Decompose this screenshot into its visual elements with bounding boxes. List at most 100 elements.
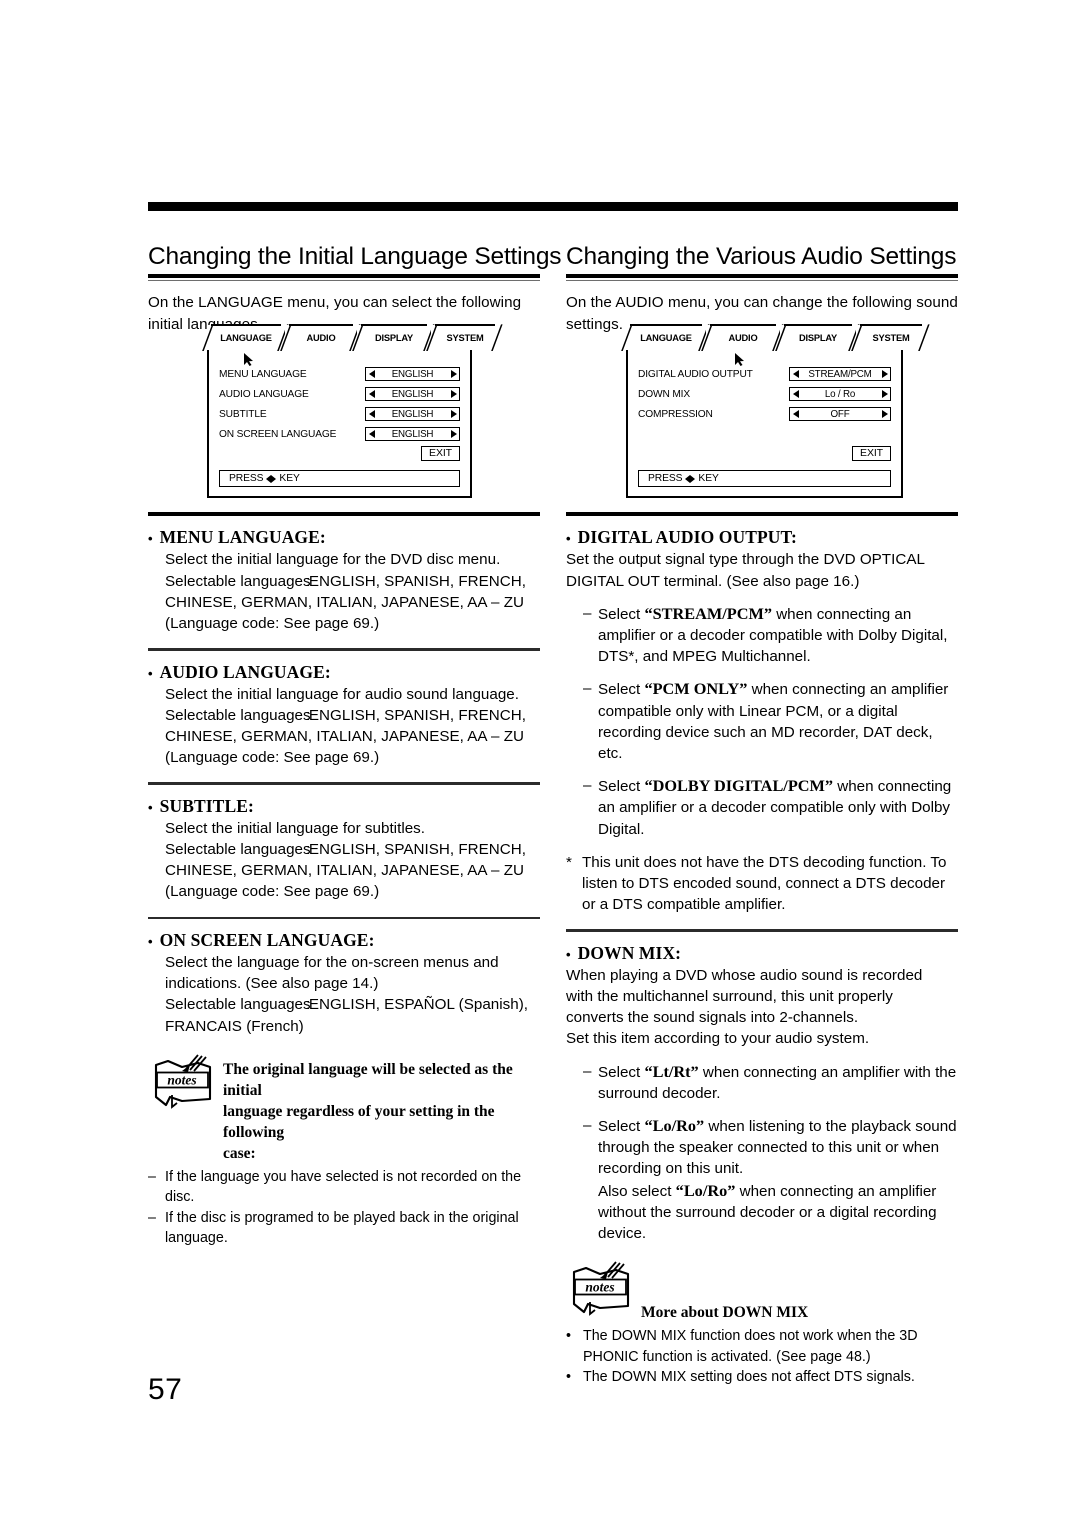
sel-line1: ENGLISH, ESPAÑOL (Spanish), bbox=[308, 996, 529, 1014]
stream-pcm-bullet: Select “STREAM/PCM” when connecting an a… bbox=[598, 603, 958, 668]
bullet-marker: • bbox=[566, 1328, 572, 1345]
right-arrow-icon[interactable] bbox=[881, 390, 888, 399]
bullet-pre-2: Also select bbox=[598, 1182, 676, 1200]
on-screen-language-heading-text: ON SCREEN LANGUAGE: bbox=[159, 929, 375, 950]
section-divider bbox=[148, 916, 540, 919]
audio-language-heading-text: AUDIO LANGUAGE: bbox=[159, 661, 331, 682]
osd-tab-display[interactable]: DISPLAY bbox=[357, 324, 431, 351]
on-screen-language-selectable: Selectable languages:ENGLISH, ESPAÑOL (S… bbox=[165, 994, 540, 1015]
sel-prefix: Selectable languages bbox=[165, 996, 311, 1014]
list-item: • The DOWN MIX function does not work wh… bbox=[566, 1326, 958, 1367]
page-number: 57 bbox=[148, 1373, 183, 1406]
osd-row-label: DOWN MIX bbox=[638, 388, 690, 400]
left-section-title: Changing the Initial Language Settings bbox=[148, 243, 562, 270]
bullet-icon: • bbox=[148, 799, 153, 815]
osd-row: DOWN MIX Lo / Ro bbox=[638, 384, 891, 404]
osd-exit-button[interactable]: EXIT bbox=[852, 446, 891, 462]
list-item: – Select “DOLBY DIGITAL/PCM” when connec… bbox=[583, 775, 958, 840]
osd-row-value-stepper[interactable]: ENGLISH bbox=[365, 407, 460, 422]
osd-row: SUBTITLE ENGLISH bbox=[219, 404, 460, 424]
osd-press-suffix: KEY bbox=[279, 473, 300, 485]
down-mix-line3: converts the sound signals into 2-channe… bbox=[566, 1009, 859, 1027]
lt-rt-bullet: Select “Lt/Rt” when connecting an amplif… bbox=[598, 1061, 958, 1104]
left-right-key-icon bbox=[685, 474, 696, 483]
left-notes-item-text: If the language you have selected is not… bbox=[165, 1168, 522, 1206]
audio-language-line1: Select the initial language for audio so… bbox=[165, 685, 520, 703]
osd-row-value-stepper[interactable]: ENGLISH bbox=[365, 427, 460, 442]
section-divider bbox=[566, 929, 958, 932]
osd-tab-audio[interactable]: AUDIO bbox=[706, 324, 780, 351]
digital-audio-output-line2: DIGITAL OUT terminal. (See also page 16.… bbox=[566, 572, 860, 590]
right-arrow-icon[interactable] bbox=[881, 370, 888, 379]
menu-language-selectable-2: CHINESE, GERMAN, ITALIAN, JAPANESE, AA –… bbox=[165, 593, 524, 611]
osd-row-value: OFF bbox=[830, 408, 850, 420]
bullet-pre: Select bbox=[598, 681, 645, 699]
osd-tab-language[interactable]: LANGUAGE bbox=[207, 324, 285, 351]
section-divider bbox=[566, 512, 958, 517]
right-arrow-icon[interactable] bbox=[450, 410, 457, 419]
osd-tab-audio[interactable]: AUDIO bbox=[285, 324, 357, 351]
osd-tab-system[interactable]: SYSTEM bbox=[856, 324, 926, 351]
sel-prefix: Selectable languages bbox=[165, 840, 311, 858]
osd-tab-system[interactable]: SYSTEM bbox=[431, 324, 499, 351]
osd-exit-button[interactable]: EXIT bbox=[421, 446, 460, 462]
osd-row-value-stepper[interactable]: STREAM/PCM bbox=[789, 367, 891, 382]
left-title-rule-thick bbox=[148, 274, 540, 278]
subtitle-selectable: Selectable languages:ENGLISH, SPANISH, F… bbox=[165, 839, 540, 860]
left-title-rule-thin bbox=[148, 280, 540, 282]
audio-language-selectable: Selectable languages:ENGLISH, SPANISH, F… bbox=[165, 705, 540, 726]
dash-marker: – bbox=[583, 777, 592, 795]
cursor-pointer-icon bbox=[734, 353, 745, 367]
right-arrow-icon[interactable] bbox=[450, 430, 457, 439]
menu-language-note: (Language code: See page 69.) bbox=[165, 614, 380, 632]
osd-row: AUDIO LANGUAGE ENGLISH bbox=[219, 384, 460, 404]
right-section-title: Changing the Various Audio Settings bbox=[566, 243, 957, 270]
osd-tab-display[interactable]: DISPLAY bbox=[780, 324, 856, 351]
right-arrow-icon[interactable] bbox=[450, 390, 457, 399]
right-arrow-icon[interactable] bbox=[881, 410, 888, 419]
bullet-pre: Select bbox=[598, 1063, 645, 1081]
subtitle-heading: • SUBTITLE: bbox=[148, 796, 540, 817]
osd-tab-language-label: LANGUAGE bbox=[220, 332, 272, 343]
osd-press-prefix: PRESS bbox=[229, 473, 264, 485]
osd-row-value-stepper[interactable]: OFF bbox=[789, 407, 891, 422]
page-top-rule bbox=[148, 202, 958, 211]
osd-tab-display-label: DISPLAY bbox=[374, 332, 414, 343]
dts-footnote: * This unit does not have the DTS decodi… bbox=[566, 852, 958, 916]
osd-row: MENU LANGUAGE ENGLISH bbox=[219, 364, 460, 384]
asterisk-marker: * bbox=[566, 853, 572, 871]
dash-marker: – bbox=[148, 1209, 156, 1226]
notes-icon-label: notes bbox=[167, 1072, 196, 1087]
right-title-rule-thin bbox=[566, 280, 958, 282]
on-screen-language-line2: indications. (See also page 14.) bbox=[165, 975, 379, 993]
osd-row-label: DIGITAL AUDIO OUTPUT bbox=[638, 368, 753, 380]
osd-row-label: COMPRESSION bbox=[638, 408, 713, 420]
dash-marker: – bbox=[583, 680, 592, 698]
down-mix-line1: When playing a DVD whose audio sound is … bbox=[566, 966, 923, 984]
list-item: – Select “STREAM/PCM” when connecting an… bbox=[583, 603, 958, 668]
language-osd-screenshot: LANGUAGE AUDIO DISPLAY SYSTEM MENU LANGU… bbox=[207, 324, 499, 499]
right-column: Changing the Various Audio Settings On t… bbox=[566, 243, 958, 1388]
osd-row-value-stepper[interactable]: Lo / Ro bbox=[789, 387, 891, 402]
menu-language-heading-text: MENU LANGUAGE: bbox=[159, 527, 326, 548]
osd-tab-language[interactable]: LANGUAGE bbox=[626, 324, 706, 351]
left-notes-heading-l3: case: bbox=[223, 1144, 256, 1162]
section-divider bbox=[148, 512, 540, 517]
osd-press-key-bar: PRESS KEY bbox=[219, 470, 460, 488]
osd-row-value-stepper[interactable]: ENGLISH bbox=[365, 367, 460, 382]
osd-row-label: AUDIO LANGUAGE bbox=[219, 388, 309, 400]
osd-tab-display-label: DISPLAY bbox=[798, 332, 838, 343]
digital-audio-output-heading-text: DIGITAL AUDIO OUTPUT: bbox=[577, 527, 797, 548]
right-notes-list: • The DOWN MIX function does not work wh… bbox=[566, 1326, 958, 1388]
bullet-pre: Select bbox=[598, 778, 645, 796]
left-notes-block: notes The original language will be sele… bbox=[148, 1054, 540, 1249]
on-screen-language-line1: Select the language for the on-screen me… bbox=[165, 953, 499, 971]
dash-marker: – bbox=[148, 1168, 156, 1185]
left-notes-list: – If the language you have selected is n… bbox=[148, 1167, 540, 1249]
right-arrow-icon[interactable] bbox=[450, 370, 457, 379]
osd-tab-audio-label: AUDIO bbox=[728, 332, 758, 343]
osd-row-label: SUBTITLE bbox=[219, 408, 267, 420]
osd-row-value-stepper[interactable]: ENGLISH bbox=[365, 387, 460, 402]
bullet-pre: Select bbox=[598, 1118, 645, 1136]
down-mix-heading: • DOWN MIX: bbox=[566, 943, 958, 964]
